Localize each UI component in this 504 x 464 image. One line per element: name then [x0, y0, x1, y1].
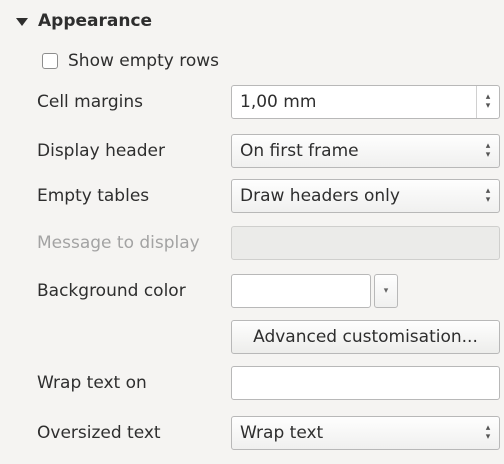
background-color-picker: ▾ [231, 274, 398, 308]
display-header-combobox[interactable]: On first frame ▴ ▾ [231, 134, 500, 168]
cell-margins-value: 1,00 mm [240, 92, 317, 112]
combo-arrows-icon: ▴ ▾ [485, 186, 491, 205]
combo-arrows-icon: ▴ ▾ [485, 141, 491, 160]
triangle-down-icon[interactable] [16, 18, 28, 26]
display-header-value: On first frame [240, 141, 359, 161]
section-title: Appearance [38, 11, 153, 31]
empty-tables-combobox[interactable]: Draw headers only ▴ ▾ [231, 179, 500, 213]
show-empty-rows-label: Show empty rows [68, 51, 219, 71]
spin-arrows-icon[interactable]: ▴ ▾ [476, 86, 499, 118]
show-empty-rows-row[interactable]: Show empty rows [42, 48, 219, 74]
cell-margins-spinbox[interactable]: 1,00 mm ▴ ▾ [231, 85, 500, 119]
oversized-text-value: Wrap text [240, 423, 324, 443]
background-color-label: Background color [37, 281, 186, 301]
oversized-text-combobox[interactable]: Wrap text ▴ ▾ [231, 416, 500, 450]
cell-margins-label: Cell margins [37, 92, 143, 112]
show-empty-rows-checkbox[interactable] [42, 53, 58, 69]
wrap-text-on-label: Wrap text on [37, 373, 147, 393]
appearance-panel: Appearance Show empty rows Cell margins … [0, 0, 504, 464]
combo-arrows-icon: ▴ ▾ [485, 423, 491, 442]
display-header-label: Display header [37, 141, 165, 161]
advanced-customisation-button[interactable]: Advanced customisation... [231, 320, 500, 354]
wrap-text-on-input[interactable] [231, 366, 500, 400]
oversized-text-label: Oversized text [37, 423, 161, 443]
empty-tables-value: Draw headers only [240, 186, 400, 206]
empty-tables-label: Empty tables [37, 186, 150, 206]
appearance-section-header[interactable]: Appearance [12, 8, 152, 34]
dropdown-arrow-icon[interactable]: ▾ [374, 274, 398, 308]
message-to-display-input [231, 226, 500, 260]
message-to-display-label: Message to display [37, 233, 200, 253]
background-color-swatch[interactable] [231, 274, 371, 308]
